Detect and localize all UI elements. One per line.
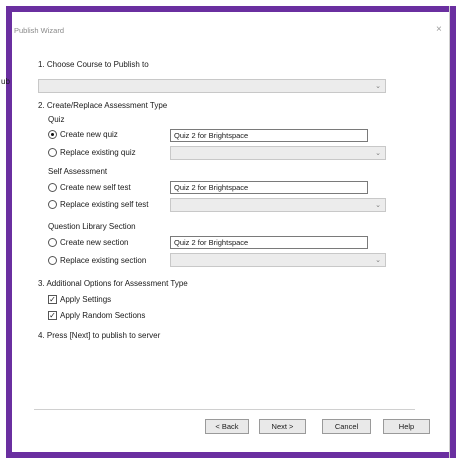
step4-label: 4. Press [Next] to publish to server	[38, 331, 161, 340]
self-assessment-group-label: Self Assessment	[48, 167, 108, 176]
close-icon[interactable]: ×	[436, 24, 442, 35]
quiz-group-label: Quiz	[48, 115, 65, 124]
apply-settings-checkbox[interactable]: ✓	[48, 295, 57, 304]
replace-quiz-radio[interactable]	[48, 148, 57, 157]
button-separator	[34, 409, 415, 410]
section-name-input[interactable]: Quiz 2 for Brightspace	[170, 236, 368, 249]
apply-random-sections-label: Apply Random Sections	[60, 311, 146, 320]
replace-section-label: Replace existing section	[60, 256, 147, 265]
replace-self-test-label: Replace existing self test	[60, 200, 149, 209]
chevron-down-icon: ⌄	[375, 150, 381, 157]
replace-quiz-label: Replace existing quiz	[60, 148, 136, 157]
chevron-down-icon: ⌄	[375, 257, 381, 264]
course-select[interactable]: ⌄	[38, 79, 386, 93]
create-self-test-label: Create new self test	[60, 183, 131, 192]
next-button[interactable]: Next >	[259, 419, 306, 434]
window-frame	[6, 6, 456, 458]
quiz-name-input[interactable]: Quiz 2 for Brightspace	[170, 129, 368, 142]
create-section-label: Create new section	[60, 238, 129, 247]
existing-quiz-select[interactable]: ⌄	[170, 146, 386, 160]
self-test-name-input[interactable]: Quiz 2 for Brightspace	[170, 181, 368, 194]
library-group-label: Question Library Section	[48, 222, 136, 231]
help-button[interactable]: Help	[383, 419, 430, 434]
replace-self-test-radio[interactable]	[48, 200, 57, 209]
create-quiz-radio[interactable]	[48, 130, 57, 139]
replace-section-radio[interactable]	[48, 256, 57, 265]
back-button[interactable]: < Back	[205, 419, 249, 434]
apply-settings-label: Apply Settings	[60, 295, 112, 304]
window-title: Publish Wizard	[14, 26, 65, 35]
cancel-button[interactable]: Cancel	[322, 419, 371, 434]
chevron-down-icon: ⌄	[375, 83, 381, 90]
create-quiz-label: Create new quiz	[60, 130, 118, 139]
truncated-background-text: ub	[1, 77, 10, 86]
create-self-test-radio[interactable]	[48, 183, 57, 192]
window-edge	[449, 6, 450, 458]
checkmark-icon: ✓	[49, 295, 56, 304]
existing-self-test-select[interactable]: ⌄	[170, 198, 386, 212]
step1-label: 1. Choose Course to Publish to	[38, 60, 149, 69]
create-section-radio[interactable]	[48, 238, 57, 247]
checkmark-icon: ✓	[49, 311, 56, 320]
existing-section-select[interactable]: ⌄	[170, 253, 386, 267]
apply-random-sections-checkbox[interactable]: ✓	[48, 311, 57, 320]
step3-label: 3. Additional Options for Assessment Typ…	[38, 279, 188, 288]
chevron-down-icon: ⌄	[375, 202, 381, 209]
step2-label: 2. Create/Replace Assessment Type	[38, 101, 168, 110]
